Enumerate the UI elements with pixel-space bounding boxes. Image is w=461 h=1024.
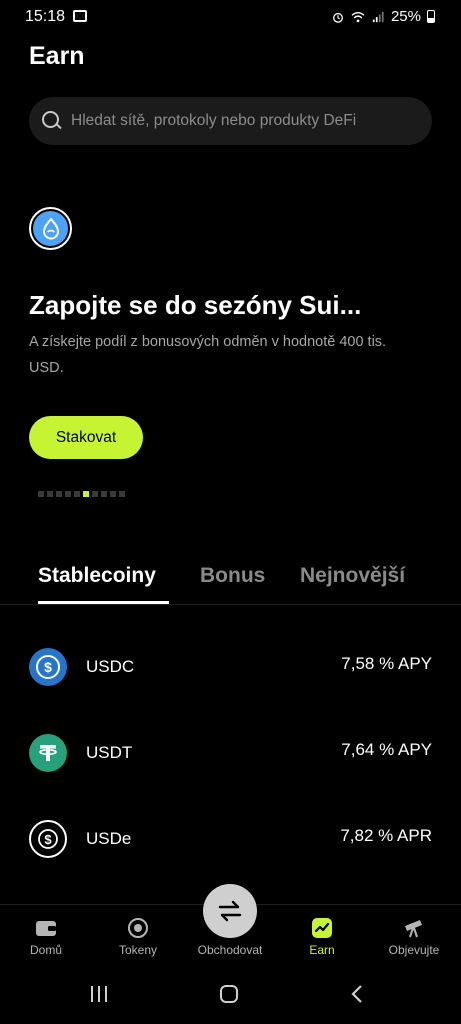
nav-label: Earn: [309, 943, 335, 957]
usdt-icon: [29, 734, 67, 772]
pager-dot[interactable]: [38, 491, 44, 497]
status-indicators: 25%: [331, 8, 435, 25]
home-button[interactable]: [218, 983, 240, 1005]
wallet-icon: [36, 921, 56, 936]
alarm-icon: [333, 12, 343, 23]
carousel-pager[interactable]: [38, 491, 125, 497]
usdc-icon: $: [29, 648, 67, 686]
nav-home[interactable]: Domů: [6, 917, 86, 957]
tokens-icon: [128, 918, 148, 938]
trade-button[interactable]: [203, 884, 257, 938]
system-navigation: [0, 969, 461, 1024]
list-item-usdt[interactable]: USDT 7,64 % APY: [0, 734, 461, 794]
signal-icon: [372, 11, 384, 22]
promo-title[interactable]: Zapojte se do sezóny Sui...: [29, 290, 361, 321]
asset-name: USDe: [86, 829, 132, 848]
wifi-icon: [351, 11, 365, 22]
pager-dot[interactable]: [101, 491, 107, 497]
sui-droplet-icon: [42, 217, 59, 239]
nav-trade[interactable]: Obchodovat: [190, 943, 270, 957]
gallery-icon: [73, 10, 87, 22]
pager-dot[interactable]: [56, 491, 62, 497]
recent-apps-button[interactable]: [89, 983, 109, 1005]
nav-earn[interactable]: Earn: [282, 917, 362, 957]
battery-icon: [427, 10, 435, 23]
sui-logo: [29, 207, 72, 250]
search-placeholder: Hledat sítě, protokoly nebo produkty DeF…: [71, 112, 357, 129]
asset-rate: 7,58 % APY: [341, 654, 432, 673]
asset-name: USDC: [86, 657, 135, 676]
nav-label: Tokeny: [118, 943, 158, 957]
pager-dot[interactable]: [47, 491, 53, 497]
nav-explore[interactable]: Objevujte: [374, 917, 454, 957]
list-item-usde[interactable]: $ USDe 7,82 % APR: [0, 820, 461, 880]
svg-text:$: $: [44, 659, 52, 675]
page-title: Earn: [29, 42, 85, 70]
asset-rate: 7,82 % APR: [340, 826, 432, 845]
category-tabs: Stablecoiny Bonus Nejnovější: [0, 560, 461, 605]
active-tab-indicator: [38, 601, 169, 604]
tab-stablecoins[interactable]: Stablecoiny: [38, 564, 156, 588]
pager-dot[interactable]: [74, 491, 80, 497]
nav-label: Obchodovat: [197, 943, 263, 957]
search-input[interactable]: Hledat sítě, protokoly nebo produkty DeF…: [29, 97, 432, 145]
status-bar: 15:18 25%: [0, 0, 461, 34]
swap-icon: [218, 900, 242, 922]
tab-newest[interactable]: Nejnovější: [300, 564, 405, 588]
asset-name: USDT: [86, 743, 133, 762]
list-item-usdc[interactable]: $ USDC 7,58 % APY: [0, 648, 461, 708]
asset-rate: 7,64 % APY: [341, 740, 432, 759]
nav-label: Domů: [29, 943, 62, 957]
status-time: 15:18: [25, 8, 66, 25]
pager-dot[interactable]: [110, 491, 116, 497]
usde-icon: $: [29, 820, 67, 858]
stake-button[interactable]: Stakovat: [29, 416, 143, 459]
svg-text:$: $: [44, 832, 52, 847]
back-button[interactable]: [349, 983, 365, 1005]
telescope-icon: [405, 920, 422, 938]
battery-percent: 25%: [390, 8, 421, 25]
earn-icon: [312, 918, 332, 938]
nav-label: Objevujte: [388, 943, 440, 957]
pager-dot[interactable]: [119, 491, 125, 497]
pager-dot[interactable]: [83, 491, 89, 497]
pager-dot[interactable]: [92, 491, 98, 497]
nav-tokens[interactable]: Tokeny: [98, 917, 178, 957]
tab-bonus[interactable]: Bonus: [200, 564, 265, 588]
promo-subtitle: A získejte podíl z bonusových odměn v ho…: [29, 334, 387, 376]
search-icon: [41, 110, 63, 132]
pager-dot[interactable]: [65, 491, 71, 497]
